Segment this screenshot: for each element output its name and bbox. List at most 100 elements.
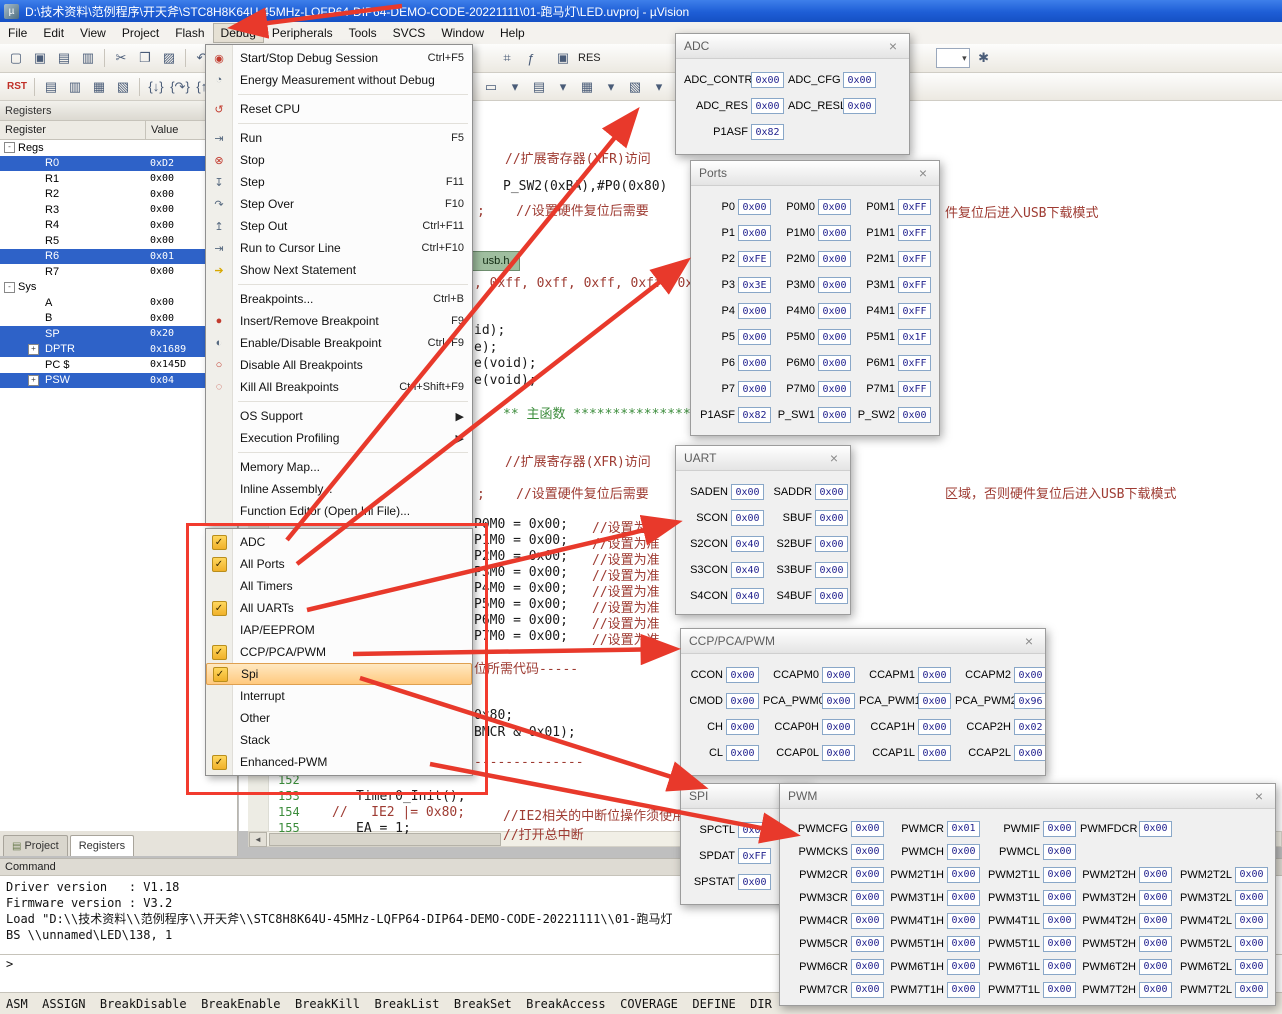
register-column[interactable]: Register [0, 121, 146, 139]
disassembly-window-icon[interactable]: ▤ [528, 76, 550, 98]
peripherals-menu-item-spi[interactable]: ✓ Spi [206, 663, 472, 685]
register-value-box[interactable]: 0xFF [898, 199, 931, 215]
register-value-box[interactable]: 0x00 [918, 693, 951, 709]
register-value-box[interactable]: 0x00 [822, 745, 855, 761]
stack-view-icon[interactable]: ▧ [112, 76, 134, 98]
register-value-box[interactable]: 0x00 [818, 303, 851, 319]
register-value-box[interactable]: 0x00 [815, 484, 848, 500]
register-value-box[interactable]: 0x00 [1043, 912, 1076, 929]
peripherals-menu-item-all-timers[interactable]: All Timers [206, 575, 472, 597]
debug-menu-item-step[interactable]: ↧ Step F11 [206, 171, 472, 193]
step-over-icon[interactable]: {↷} [169, 76, 191, 98]
register-value-box[interactable]: 0x00 [1235, 912, 1268, 929]
register-value-box[interactable]: 0x00 [726, 745, 759, 761]
dropdown-icon[interactable]: ▾ [504, 76, 526, 98]
register-row-pc[interactable]: PC $ 0x145D [0, 357, 237, 373]
step-into-icon[interactable]: {↓} [145, 76, 167, 98]
register-row-b[interactable]: B 0x00 [0, 311, 237, 327]
register-value-box[interactable]: 0xFF [898, 303, 931, 319]
menubar-item-help[interactable]: Help [492, 23, 533, 43]
register-value-box[interactable]: 0x00 [738, 355, 771, 371]
register-value-box[interactable]: 0x00 [918, 745, 951, 761]
register-value-box[interactable]: 0x00 [822, 693, 855, 709]
menubar-item-window[interactable]: Window [433, 23, 492, 43]
debug-menu-item-stop[interactable]: ⊗ Stop [206, 149, 472, 171]
debug-menu-item-breakpoints[interactable]: Breakpoints... Ctrl+B [206, 288, 472, 310]
register-value-box[interactable]: 0x00 [918, 667, 951, 683]
debug-menu-item-start-stop-debug-session[interactable]: ◉ Start/Stop Debug Session Ctrl+F5 [206, 47, 472, 69]
register-value-box[interactable]: 0x00 [818, 329, 851, 345]
register-value-box[interactable]: 0x00 [822, 719, 855, 735]
function-editor-icon[interactable]: ƒ [520, 47, 542, 69]
register-row-r3[interactable]: R3 0x00 [0, 202, 237, 218]
register-row-r1[interactable]: R1 0x00 [0, 171, 237, 187]
register-value-box[interactable]: 0x00 [843, 98, 876, 114]
close-icon[interactable]: × [1251, 788, 1267, 804]
menubar-item-debug[interactable]: Debug [212, 23, 264, 43]
register-value-box[interactable]: 0x00 [1235, 958, 1268, 975]
register-value-box[interactable]: 0x00 [918, 719, 951, 735]
debug-menu-item-run-to-cursor-line[interactable]: ⇥ Run to Cursor Line Ctrl+F10 [206, 237, 472, 259]
register-group-regs[interactable]: - Regs [0, 140, 237, 156]
register-value-box[interactable]: 0xFE [738, 251, 771, 267]
memory-view-icon[interactable]: ▦ [88, 76, 110, 98]
symbol-window-icon[interactable]: ▦ [576, 76, 598, 98]
register-value-box[interactable]: 0x00 [738, 303, 771, 319]
register-value-box[interactable]: 0x00 [818, 225, 851, 241]
register-value-box[interactable]: 0x00 [1043, 866, 1076, 883]
register-value-box[interactable]: 0xFF [898, 277, 931, 293]
window-titlebar[interactable]: Ports × [691, 161, 939, 186]
register-value-box[interactable]: 0x00 [815, 510, 848, 526]
register-value-box[interactable]: 0x00 [738, 199, 771, 215]
save-icon[interactable]: ▤ [53, 47, 75, 69]
system-viewer-icon[interactable]: ▧ [624, 76, 646, 98]
register-value-box[interactable]: 0x00 [818, 407, 851, 423]
register-value-box[interactable]: 0x00 [738, 329, 771, 345]
debug-menu-item-enable-disable-breakpoint[interactable]: ◐ Enable/Disable Breakpoint Ctrl+F9 [206, 332, 472, 354]
register-value-box[interactable]: 0x00 [751, 98, 784, 114]
register-value-box[interactable]: 0x00 [815, 588, 848, 604]
close-icon[interactable]: × [915, 165, 931, 181]
copy-icon[interactable]: ❐ [134, 47, 156, 69]
editor-tab-usbh[interactable]: usb.h [472, 251, 520, 271]
register-value-box[interactable]: 0x00 [815, 536, 848, 552]
register-value-box[interactable]: 0x00 [851, 820, 884, 837]
register-value-box[interactable]: 0x00 [1139, 912, 1172, 929]
register-value-box[interactable]: 0x00 [726, 667, 759, 683]
tab-project[interactable]: ▤ Project [3, 835, 68, 856]
scroll-thumb[interactable] [269, 832, 501, 846]
register-value-box[interactable]: 0x00 [1235, 935, 1268, 952]
register-value-box[interactable]: 0x01 [947, 820, 980, 837]
register-value-box[interactable]: 0x00 [947, 912, 980, 929]
register-row-psw[interactable]: + PSW 0x04 [0, 372, 237, 388]
debug-menu-item-memory-map[interactable]: Memory Map... [206, 456, 472, 478]
register-value-box[interactable]: 0xFF [738, 848, 771, 864]
register-value-box[interactable]: 0x40 [731, 588, 764, 604]
collapse-icon[interactable]: - [4, 281, 15, 293]
target-select-combo[interactable]: ▾ [935, 48, 970, 68]
close-icon[interactable]: × [1021, 633, 1037, 649]
register-value-box[interactable]: 0x00 [1043, 843, 1076, 860]
register-value-box[interactable]: 0x00 [851, 935, 884, 952]
menubar-item-project[interactable]: Project [114, 23, 167, 43]
register-value-box[interactable]: 0x00 [1139, 958, 1172, 975]
register-value-box[interactable]: 0x00 [947, 866, 980, 883]
register-value-box[interactable]: 0x00 [726, 719, 759, 735]
debug-menu-item-reset-cpu[interactable]: ↺ Reset CPU [206, 98, 472, 120]
register-value-box[interactable]: 0x00 [1235, 981, 1268, 998]
register-value-box[interactable]: 0x00 [1139, 866, 1172, 883]
window-titlebar[interactable]: UART × [676, 446, 850, 471]
new-file-icon[interactable]: ▢ [5, 47, 27, 69]
register-value-box[interactable]: 0x40 [731, 562, 764, 578]
register-value-box[interactable]: 0x00 [1139, 981, 1172, 998]
menubar-item-file[interactable]: File [0, 23, 35, 43]
peripherals-menu-item-other[interactable]: Other [206, 707, 472, 729]
register-value-box[interactable]: 0x00 [851, 958, 884, 975]
register-value-box[interactable]: 0x1F [898, 329, 931, 345]
register-value-box[interactable]: 0x00 [815, 562, 848, 578]
peripherals-menu-item-iap-eeprom[interactable]: IAP/EEPROM [206, 619, 472, 641]
register-value-box[interactable]: 0xFF [898, 355, 931, 371]
register-value-box[interactable]: 0x00 [818, 199, 851, 215]
folder-icon[interactable]: ▣ [552, 47, 574, 69]
debug-menu-item-step-out[interactable]: ↥ Step Out Ctrl+F11 [206, 215, 472, 237]
